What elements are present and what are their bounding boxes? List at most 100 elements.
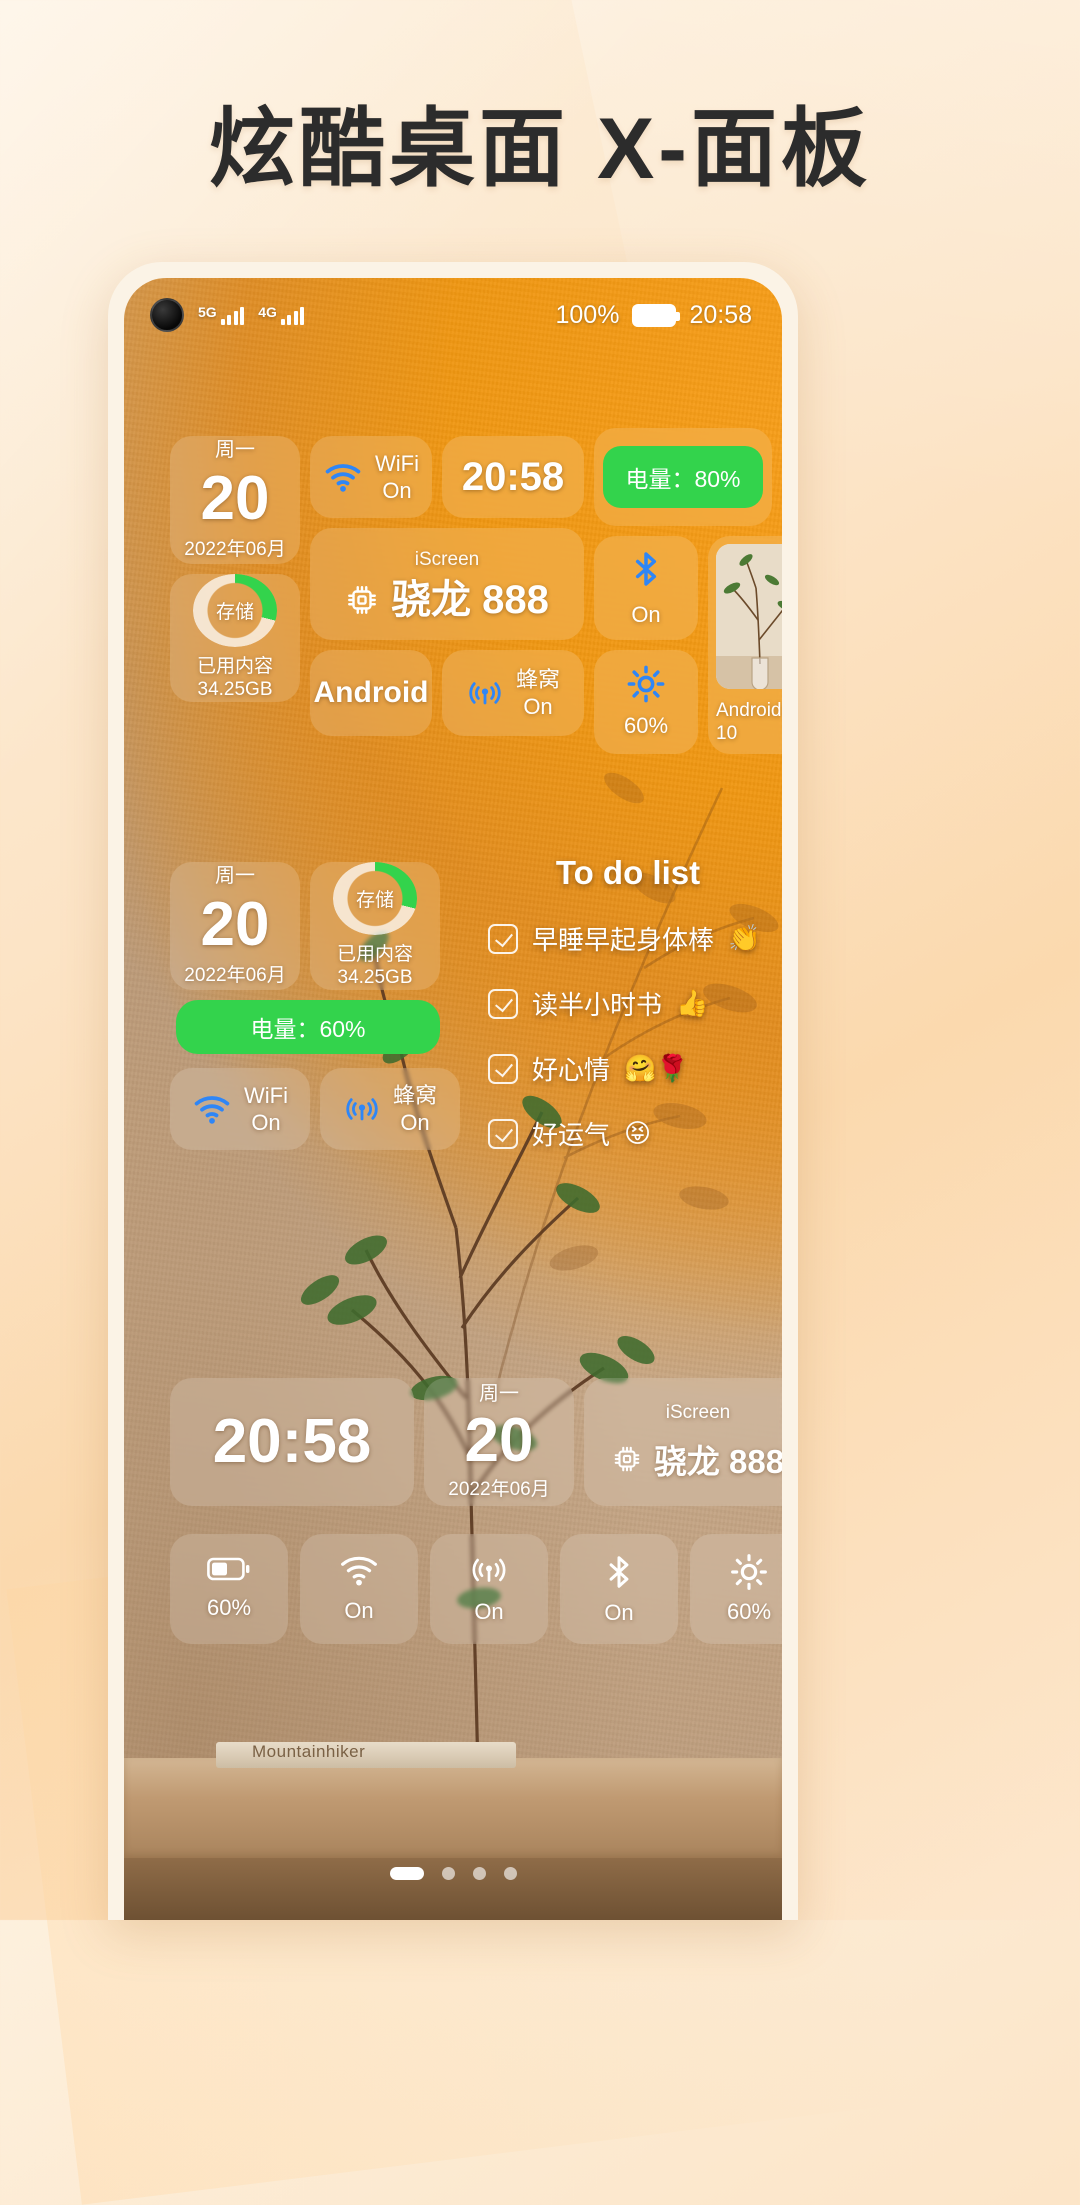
phone-mockup: Mountainhiker 5G 4G 100% 20:58 周一 20 202… <box>108 262 798 1920</box>
wifi-mid-state: On <box>251 1110 281 1135</box>
date-top-month: 2022年06月 <box>184 539 286 561</box>
bluetooth-icon <box>609 1556 629 1589</box>
wifi-top-state: On <box>382 478 412 503</box>
cellular-icon <box>469 682 501 705</box>
todo-item-emoji: 👏 <box>728 923 761 953</box>
photo-top-caption: Android 10 <box>716 699 782 745</box>
book-label: Mountainhiker <box>252 1742 366 1761</box>
promo-headline: 炫酷桌面 X-面板 <box>209 101 871 197</box>
cellular-top-label: 蜂窝 <box>515 666 560 692</box>
widget-storage-mid[interactable]: 存储 已用内容 34.25GB <box>310 862 440 990</box>
checkbox-icon[interactable] <box>488 1118 518 1149</box>
cpu-chip-icon <box>614 1446 640 1472</box>
widget-cellular-mid[interactable]: 蜂窝 On <box>320 1068 460 1150</box>
signal-primary: 5G <box>198 304 245 325</box>
wifi-top-label: WiFi <box>375 450 419 476</box>
storage-top-ring-label: 存储 <box>215 601 254 623</box>
widget-wifi-top[interactable]: WiFi On <box>310 436 432 518</box>
todo-item-emoji: 🤗🌹 <box>624 1053 689 1083</box>
page-dot[interactable] <box>503 1867 517 1880</box>
battery-icon <box>207 1557 250 1581</box>
todo-item[interactable]: 早睡早起身体棒 👏 <box>488 920 768 957</box>
widget-date-top[interactable]: 周一 20 2022年06月 <box>170 436 300 564</box>
widget-battery-pill-mid[interactable]: 电量：60% <box>176 1000 440 1054</box>
date-mid-weekday: 周一 <box>215 865 255 888</box>
cellular-mid-state: On <box>400 1110 430 1135</box>
widget-chip-top[interactable]: iScreen 骁龙 888 <box>310 528 584 640</box>
page-indicator[interactable] <box>124 1867 782 1880</box>
widget-photo-top[interactable]: Android 10 <box>708 536 782 754</box>
signal-secondary: 4G <box>258 305 305 325</box>
status-clock: 20:58 <box>689 300 752 329</box>
storage-top-donut: 存储 <box>193 574 277 647</box>
widget-chip-bottom[interactable]: iScreen 骁龙 888 <box>584 1378 782 1506</box>
date-top-day: 20 <box>200 464 270 534</box>
storage-mid-caption: 已用内容 <box>336 943 413 965</box>
chip-top-os: Android <box>313 676 429 709</box>
control-battery-toggle[interactable]: 60% <box>170 1534 288 1644</box>
checkbox-icon[interactable] <box>488 988 518 1019</box>
widget-brightness-top[interactable]: 60% <box>594 650 698 754</box>
widget-cellular-top[interactable]: 蜂窝 On <box>442 650 584 736</box>
signal-bars-primary-icon <box>220 305 245 325</box>
widget-storage-top[interactable]: 存储 已用内容 34.25GB <box>170 574 300 702</box>
todo-list: To do list 早睡早起身体棒 👏 读半小时书 👍 好心情 🤗🌹 好运气 … <box>488 854 768 1152</box>
todo-item[interactable]: 好心情 🤗🌹 <box>488 1050 768 1087</box>
wifi-icon <box>325 464 361 492</box>
cellular-top-state: On <box>523 694 553 719</box>
storage-top-caption: 已用内容 <box>196 655 273 677</box>
widget-date-bottom[interactable]: 周一 20 2022年06月 <box>424 1378 574 1506</box>
todo-item-emoji: 😝 <box>624 1118 652 1148</box>
todo-item-text: 读半小时书 <box>532 990 663 1020</box>
todo-items: 早睡早起身体棒 👏 读半小时书 👍 好心情 🤗🌹 好运气 😝 <box>488 920 768 1152</box>
todo-item-text: 好运气 <box>532 1120 611 1150</box>
chip-top-brand: iScreen <box>414 549 480 571</box>
date-top-weekday: 周一 <box>215 439 255 462</box>
photo-thumbnail <box>716 544 782 689</box>
checkbox-icon[interactable] <box>488 1053 518 1084</box>
signal-bars-secondary-icon <box>280 305 305 325</box>
control-battery-label: 60% <box>206 1595 252 1621</box>
control-wifi-label: On <box>344 1598 374 1624</box>
page-dot[interactable] <box>441 1867 455 1880</box>
widget-clock-bottom[interactable]: 20:58 <box>170 1378 414 1506</box>
wifi-mid-label: WiFi <box>244 1082 288 1108</box>
page-dot-active[interactable] <box>389 1867 424 1880</box>
checkbox-icon[interactable] <box>488 923 518 954</box>
brightness-icon <box>627 665 665 703</box>
brightness-top-value: 60% <box>623 713 669 739</box>
todo-item-emoji: 👍 <box>676 988 709 1018</box>
storage-top-value: 34.25GB <box>197 679 273 701</box>
brightness-icon <box>731 1554 767 1591</box>
network-type-primary-label: 5G <box>198 304 217 320</box>
widget-clock-top[interactable]: 20:58 <box>442 436 584 518</box>
widget-wifi-mid[interactable]: WiFi On <box>170 1068 310 1150</box>
storage-mid-donut: 存储 <box>333 862 417 935</box>
status-battery-percent: 100% <box>555 300 620 329</box>
wifi-icon <box>194 1096 230 1124</box>
clock-top-time: 20:58 <box>461 455 565 499</box>
camera-punch-hole <box>150 298 184 332</box>
status-bar-right: 100% 20:58 <box>555 301 752 330</box>
control-cellular-label: On <box>474 1599 504 1625</box>
vase-photo-illustration <box>716 544 782 689</box>
todo-item[interactable]: 好运气 😝 <box>488 1115 768 1152</box>
battery-pill-mid-text: 电量：60% <box>176 1000 440 1054</box>
chip-bottom-name: 骁龙 888 <box>653 1442 782 1480</box>
widget-os-top[interactable]: Android <box>310 650 432 736</box>
widget-battery-pill-top[interactable]: 电量：80% <box>594 428 772 526</box>
control-brightness-label: 60% <box>726 1599 772 1625</box>
control-brightness-toggle[interactable]: 60% <box>690 1534 782 1644</box>
todo-item[interactable]: 读半小时书 👍 <box>488 985 768 1022</box>
wifi-icon <box>341 1557 377 1586</box>
control-wifi-toggle[interactable]: On <box>300 1534 418 1644</box>
control-cellular-toggle[interactable]: On <box>430 1534 548 1644</box>
todo-item-text: 好心情 <box>532 1055 611 1085</box>
cellular-mid-label: 蜂窝 <box>392 1082 437 1108</box>
control-bluetooth-toggle[interactable]: On <box>560 1534 678 1644</box>
widget-bluetooth-top[interactable]: On <box>594 536 698 640</box>
widget-date-mid[interactable]: 周一 20 2022年06月 <box>170 862 300 990</box>
page-dot[interactable] <box>472 1867 486 1880</box>
battery-pill-top-text: 电量：80% <box>603 446 763 508</box>
date-mid-month: 2022年06月 <box>184 965 286 987</box>
